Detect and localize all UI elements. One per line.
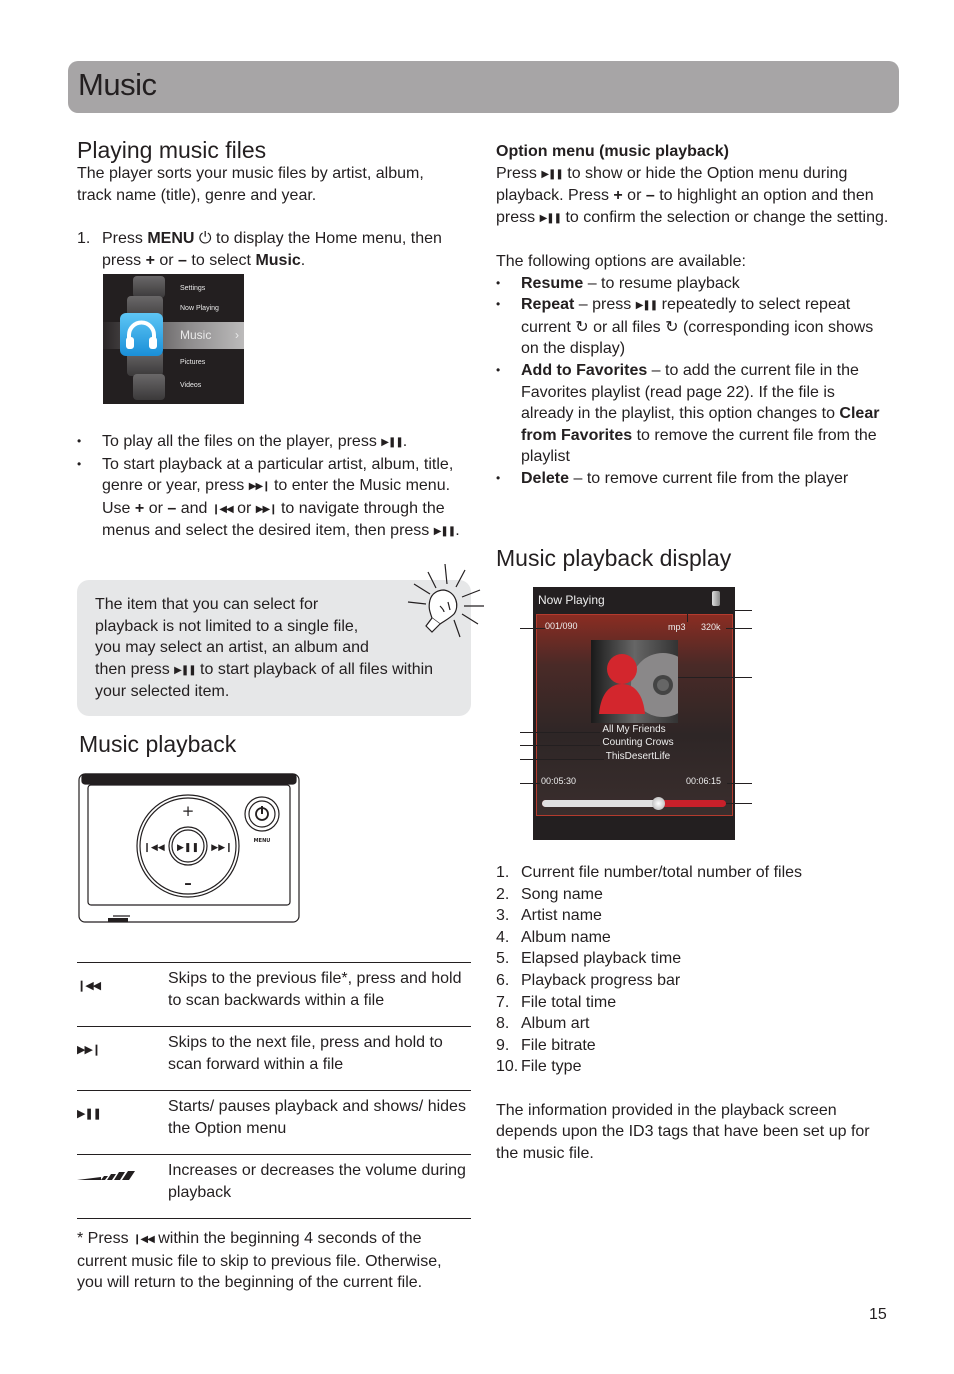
section-title-bar: Music [68,61,899,113]
skip-forward-button[interactable]: ▶▶❙ [211,843,232,853]
option-menu-heading: Option menu (music playback) [496,143,729,160]
table-row: ▶❚❚ Starts/ pauses playback and shows/ h… [77,1090,471,1154]
volume-up-button[interactable]: + [182,802,195,820]
table-row: ▶▶❙ Skips to the next file, press and ho… [77,1026,471,1090]
play-pause-icon: ▶❚❚ [433,526,456,538]
menu-item-settings[interactable]: Settings [180,285,205,292]
legend-item: 5. Elapsed playback time [496,950,682,968]
settings-icon [133,276,165,298]
menu-chevron-icon: › [235,328,239,342]
music-playback-heading: Music playback [79,731,237,757]
skip-forward-icon: ▶▶❙ [248,481,271,493]
callout-line-2 [520,732,600,733]
file-bitrate: 320k [701,622,721,632]
callout-line-5 [520,783,540,784]
option-menu-section: Option menu (music playback) Press ▶❚❚ t… [496,141,891,490]
menu-item-pictures[interactable]: Pictures [180,359,205,366]
bullet-play-all: To play all the files on the player, pre… [77,431,467,454]
player-controls-illustration: + – MENU ❙◀◀ ▶▶❙ ▶❚❚ [78,773,300,923]
videos-icon [133,374,165,400]
legend-item: 1. Current file number/total number of fi… [496,864,803,881]
screen-header: Now Playing [538,593,605,607]
legend-item: 10. File type [496,1058,582,1076]
play-pause-button[interactable]: ▶❚❚ [177,843,199,853]
legend-item: 4. Album name [496,928,611,946]
option-delete: Delete – to remove current file from the… [496,468,891,490]
table-row: ❙◀◀ Skips to the previous file*, press a… [77,962,471,1026]
option-resume: Resume – to resume playback [496,273,891,295]
callout-line-1 [520,628,545,629]
table-row: Increases or decreases the volume during… [77,1154,471,1219]
play-pause-icon: ▶❚❚ [635,300,658,312]
callout-line-4 [520,759,604,760]
controls-table: ❙◀◀ Skips to the previous file*, press a… [77,962,471,1219]
option-add-favorites: Add to Favorites – to add the current fi… [496,360,891,468]
total-time: 00:06:15 [686,776,722,786]
playback-display-heading: Music playback display [496,545,732,571]
repeat-all-icon: ↻ [665,318,679,336]
bullet-start-particular: To start playback at a particular artist… [77,454,467,543]
section-title: Music [78,67,157,102]
menu-label: MENU [254,838,271,844]
option-repeat: Repeat – press ▶❚❚ repeatedly to select … [496,294,891,360]
skip-back-icon: ❙◀◀ [77,980,101,992]
playing-music-heading: Playing music files [77,137,267,163]
artist-name: Counting Crows [602,737,674,748]
progress-knob[interactable] [651,797,665,810]
progress-bar[interactable] [542,797,726,810]
file-index: 001/090 [545,621,578,631]
callout-line-7 [727,783,752,784]
menu-item-music[interactable]: Music [180,328,211,342]
volume-down-button[interactable]: – [184,874,192,892]
callout-line-10-stem [687,610,688,622]
play-pause-icon: ▶❚❚ [539,212,562,224]
legend-item: 2. Song name [496,885,603,903]
skip-forward-icon: ▶▶❙ [77,1044,101,1056]
legend-item: 6. Playback progress bar [496,971,681,989]
legend-item: 8. Album art [496,1015,590,1033]
volume-icon [77,1171,135,1180]
display-legend: 1. Current file number/total number of fi… [496,862,891,1164]
callout-line-10 [687,610,752,611]
play-pause-icon: ▶❚❚ [541,168,563,180]
progress-fill [542,800,658,807]
repeat-one-icon: ↻ [575,318,589,336]
skip-back-button[interactable]: ❙◀◀ [143,843,164,853]
legend-item: 7. File total time [496,993,617,1011]
album-art [591,640,678,723]
playback-bullets: To play all the files on the player, pre… [77,431,467,543]
skip-back-icon: ❙◀◀ [133,1234,155,1245]
menu-item-videos[interactable]: Videos [180,382,201,389]
headphones-icon [120,313,163,356]
power-icon: ⏻ [198,230,212,247]
legend-item: 3. Artist name [496,907,602,925]
lightbulb-icon [407,563,484,638]
file-type: mp3 [668,622,686,632]
skip-back-icon: ❙◀◀ [211,503,234,515]
battery-icon [712,591,720,606]
elapsed-time: 00:05:30 [541,776,577,786]
callout-line-9 [726,628,752,629]
now-playing-screen: Now Playing 001/090 mp3 320k All My Frie… [533,587,735,840]
page-number: 15 [869,1306,887,1323]
song-name: All My Friends [602,724,666,735]
footnote: * Press ❙◀◀ within the beginning 4 secon… [77,1230,442,1292]
step-1: 1. Press MENU ⏻ to display the Home menu,… [77,230,442,269]
callout-line-3 [520,745,600,746]
intro-paragraph: The player sorts your music files by art… [77,165,424,204]
skip-forward-icon: ▶▶❙ [255,503,278,515]
callout-line-8 [678,677,752,678]
callout-line-6 [726,803,752,804]
legend-item: 9. File bitrate [496,1036,596,1054]
home-menu-screenshot: Settings Now Playing Music › Pictures Vi… [103,274,244,404]
album-name: ThisDesertLife [605,751,671,762]
id3-info: The information provided in the playback… [496,1101,870,1162]
play-pause-icon: ▶❚❚ [381,437,403,448]
play-pause-icon: ▶❚❚ [77,1108,102,1120]
play-pause-icon: ▶❚❚ [174,664,196,676]
menu-item-now-playing[interactable]: Now Playing [180,305,219,312]
option-menu-paragraph: Press ▶❚❚ to show or hide the Option men… [496,163,891,230]
